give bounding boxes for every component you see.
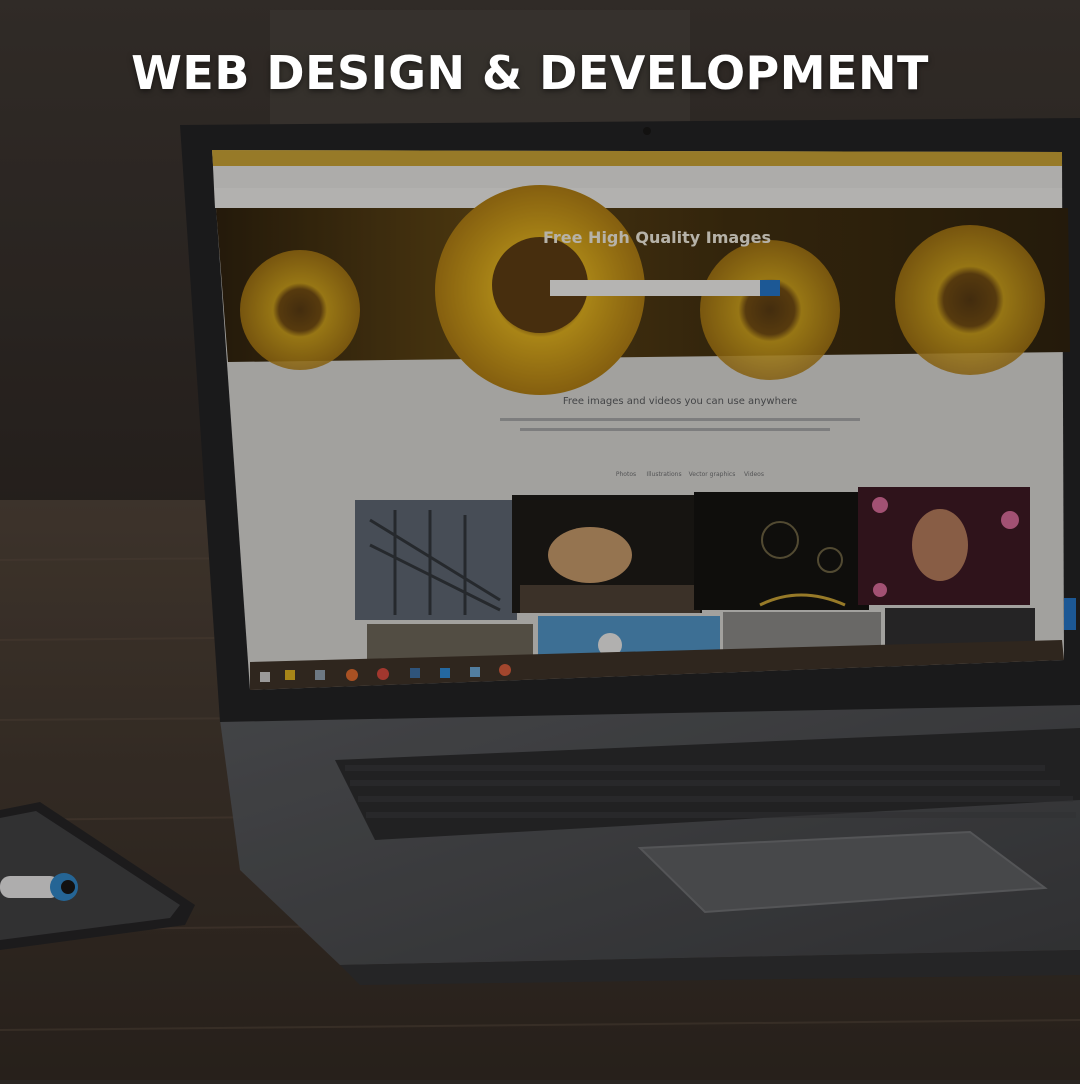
webcam: [643, 127, 651, 135]
browser-address-bar: [213, 166, 1062, 188]
hero-search-button: [760, 280, 780, 296]
sunflower-right: [895, 225, 1045, 375]
site-header: [214, 188, 1062, 208]
tab-videos: Videos: [744, 471, 764, 478]
laptop-photo: Free High Quality Images Free images and…: [0, 0, 1080, 1080]
scene: Free High Quality Images Free images and…: [0, 0, 1080, 1080]
grid-image-bubbles: [694, 492, 869, 610]
tab-photos: Photos: [616, 471, 636, 478]
tab-illustrations: Illustrations: [646, 471, 681, 478]
hero-title: Free High Quality Images: [543, 228, 771, 247]
image-grid: [355, 487, 1076, 664]
hero-search-bar: [550, 280, 760, 296]
headline: WEB DESIGN & DEVELOPMENT: [131, 46, 929, 100]
section-title: Free images and videos you can use anywh…: [563, 396, 797, 407]
sunflower-left: [240, 250, 360, 370]
scroll-button: [1064, 598, 1076, 630]
browser-tab-bar: [212, 150, 1062, 166]
tab-vector-graphics: Vector graphics: [689, 471, 736, 478]
sunflower-mid: [700, 240, 840, 380]
laptop-base: [220, 700, 1080, 985]
laptop-lid: Free High Quality Images Free images and…: [180, 118, 1080, 722]
